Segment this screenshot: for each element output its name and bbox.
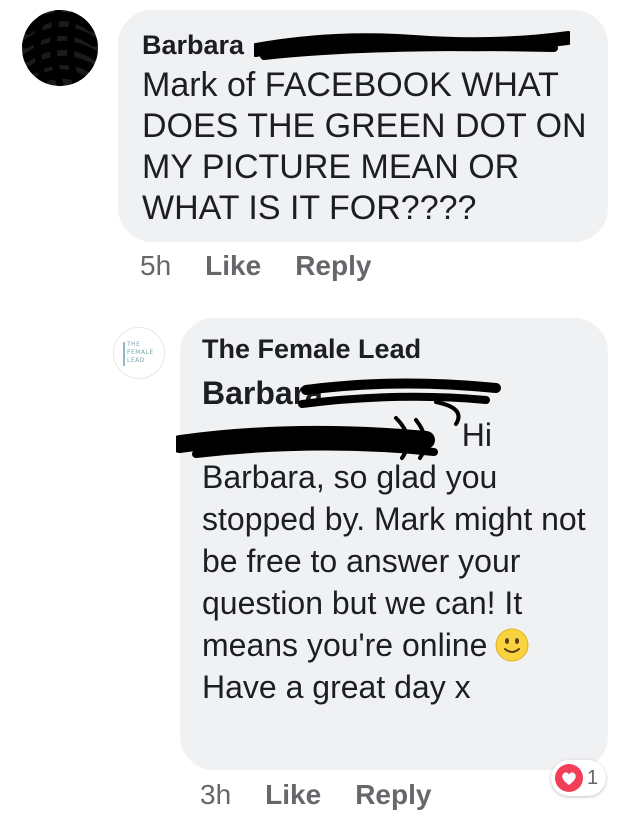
reply-bubble: The Female Lead Barbara Hi Barbara, so g… xyxy=(176,318,608,770)
redacted-name xyxy=(254,31,570,60)
avatar[interactable] xyxy=(22,10,98,86)
comment-bubble: Barbara Mark of FACEBOOK WHAT DOES THE G… xyxy=(118,10,608,242)
logo-mark xyxy=(123,342,125,366)
reply-button[interactable]: Reply xyxy=(295,250,371,282)
like-button[interactable]: Like xyxy=(265,779,321,811)
comment-author[interactable]: The Female Lead xyxy=(202,332,588,366)
reply-text: Barbara, so glad you stopped by. Mark mi… xyxy=(202,459,586,705)
page-avatar[interactable]: THE FEMALE LEAD xyxy=(113,327,165,379)
reaction-count: 1 xyxy=(587,766,599,789)
comment-author[interactable]: Barbara xyxy=(142,28,582,62)
comment-actions: 3h Like Reply xyxy=(200,779,431,811)
reaction-summary[interactable]: 1 xyxy=(551,760,607,796)
comment-time: 3h xyxy=(200,779,232,810)
comment-text: Mark of FACEBOOK WHAT DOES THE GREEN DOT… xyxy=(142,66,587,227)
slightly-smiling-face-icon xyxy=(495,628,529,662)
comment-actions: 5h Like Reply xyxy=(140,250,371,282)
mention-tag[interactable]: Barbara xyxy=(176,372,588,460)
comment-time: 5h xyxy=(140,250,172,281)
logo-text: THE FEMALE LEAD xyxy=(127,341,154,364)
redaction-scribble xyxy=(22,10,98,86)
redacted-name xyxy=(176,378,501,460)
love-reaction-icon xyxy=(555,764,583,792)
reply-button[interactable]: Reply xyxy=(355,779,431,811)
like-button[interactable]: Like xyxy=(205,250,261,282)
